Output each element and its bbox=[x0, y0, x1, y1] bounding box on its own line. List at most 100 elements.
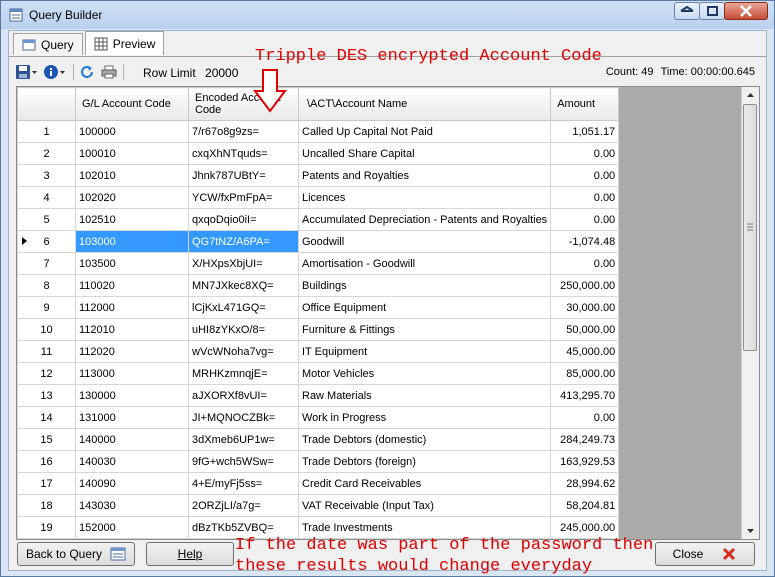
row-number[interactable]: 11 bbox=[17, 340, 76, 363]
scroll-up-button[interactable] bbox=[742, 87, 759, 104]
table-row[interactable]: 9 112000 lCjKxL471GQ= Office Equipment 30,00… bbox=[17, 296, 620, 319]
cell-amount[interactable]: 163,929.53 bbox=[550, 450, 620, 473]
row-number[interactable]: 16 bbox=[17, 450, 76, 473]
cell-encoded-account-code[interactable]: 3dXmeb6UP1w= bbox=[188, 428, 299, 451]
cell-amount[interactable]: 413,295.70 bbox=[550, 384, 620, 407]
scroll-thumb[interactable] bbox=[743, 104, 757, 351]
cell-gl-account-code[interactable]: 100010 bbox=[75, 142, 189, 165]
title-bar[interactable]: Query Builder bbox=[1, 1, 774, 29]
cell-account-name[interactable]: Trade Debtors (foreign) bbox=[297, 450, 552, 473]
tab-query[interactable]: Query bbox=[13, 33, 83, 55]
refresh-button[interactable] bbox=[79, 63, 95, 81]
cell-gl-account-code[interactable]: 130000 bbox=[75, 384, 189, 407]
row-number[interactable]: 12 bbox=[17, 362, 76, 385]
row-number[interactable]: 2 bbox=[17, 142, 76, 165]
table-row[interactable]: 11 112020 wVcWNoha7vg= IT Equipment 45,000.0… bbox=[17, 340, 620, 363]
cell-amount[interactable]: 0.00 bbox=[550, 164, 620, 187]
cell-account-name[interactable]: IT Equipment bbox=[297, 340, 552, 363]
cell-account-name[interactable]: Buildings bbox=[297, 274, 552, 297]
print-button[interactable] bbox=[101, 63, 117, 81]
cell-amount[interactable]: 58,204.81 bbox=[550, 494, 620, 517]
cell-encoded-account-code[interactable]: QG7tNZ/A6PA= bbox=[188, 230, 299, 253]
row-number[interactable]: 8 bbox=[17, 274, 76, 297]
cell-amount[interactable]: 284,249.73 bbox=[550, 428, 620, 451]
cell-encoded-account-code[interactable]: 9fG+wch5WSw= bbox=[188, 450, 299, 473]
cell-gl-account-code[interactable]: 143030 bbox=[75, 494, 189, 517]
table-row[interactable]: 7 103500 X/HXpsXbjUI= Amortisation - Goodwi… bbox=[17, 252, 620, 275]
row-number[interactable]: 13 bbox=[17, 384, 76, 407]
cell-account-name[interactable]: Trade Investments bbox=[297, 516, 552, 539]
row-number[interactable]: 19 bbox=[17, 516, 76, 539]
restore-button[interactable] bbox=[674, 2, 700, 20]
cell-account-name[interactable]: Patents and Royalties bbox=[297, 164, 552, 187]
cell-amount[interactable]: 0.00 bbox=[550, 208, 620, 231]
cell-gl-account-code[interactable]: 140030 bbox=[75, 450, 189, 473]
cell-amount[interactable]: -1,074.48 bbox=[550, 230, 620, 253]
info-button[interactable] bbox=[43, 63, 66, 81]
cell-gl-account-code[interactable]: 100000 bbox=[75, 120, 189, 143]
column-header-account-name[interactable]: \ACT\Account Name bbox=[297, 87, 552, 121]
vertical-scrollbar[interactable] bbox=[741, 87, 759, 539]
cell-account-name[interactable]: VAT Receivable (Input Tax) bbox=[297, 494, 552, 517]
table-row[interactable]: 12 113000 MRHKzmnqjE= Motor Vehicles 85,000.… bbox=[17, 362, 620, 385]
row-number[interactable]: 15 bbox=[17, 428, 76, 451]
row-number-header[interactable] bbox=[17, 87, 76, 121]
cell-encoded-account-code[interactable]: 7/r67o8g9zs= bbox=[188, 120, 299, 143]
table-row[interactable]: 2 100010 cxqXhNTquds= Uncalled Share Capita… bbox=[17, 142, 620, 165]
cell-encoded-account-code[interactable]: aJXORXf8vUI= bbox=[188, 384, 299, 407]
cell-account-name[interactable]: Uncalled Share Capital bbox=[297, 142, 552, 165]
column-header-amount[interactable]: Amount bbox=[550, 87, 620, 121]
row-number[interactable]: 9 bbox=[17, 296, 76, 319]
cell-gl-account-code[interactable]: 102020 bbox=[75, 186, 189, 209]
help-button[interactable]: Help bbox=[146, 542, 234, 566]
cell-account-name[interactable]: Goodwill bbox=[297, 230, 552, 253]
cell-gl-account-code[interactable]: 103500 bbox=[75, 252, 189, 275]
cell-gl-account-code[interactable]: 112020 bbox=[75, 340, 189, 363]
cell-encoded-account-code[interactable]: dBzTKb5ZVBQ= bbox=[188, 516, 299, 539]
cell-encoded-account-code[interactable]: uHI8zYKxO/8= bbox=[188, 318, 299, 341]
cell-gl-account-code[interactable]: 102510 bbox=[75, 208, 189, 231]
table-row[interactable]: 19 152000 dBzTKb5ZVBQ= Trade Investments 245… bbox=[17, 516, 620, 539]
cell-encoded-account-code[interactable]: X/HXpsXbjUI= bbox=[188, 252, 299, 275]
cell-gl-account-code[interactable]: 140000 bbox=[75, 428, 189, 451]
column-header-gl-account-code[interactable]: G/L Account Code bbox=[75, 87, 189, 121]
row-number[interactable]: 7 bbox=[17, 252, 76, 275]
results-grid[interactable]: G/L Account Code Encoded Account Code \A… bbox=[16, 86, 760, 540]
cell-gl-account-code[interactable]: 112000 bbox=[75, 296, 189, 319]
cell-encoded-account-code[interactable]: qxqoDqio0iI= bbox=[188, 208, 299, 231]
cell-account-name[interactable]: Office Equipment bbox=[297, 296, 552, 319]
cell-gl-account-code[interactable]: 152000 bbox=[75, 516, 189, 539]
cell-gl-account-code[interactable]: 131000 bbox=[75, 406, 189, 429]
cell-account-name[interactable]: Motor Vehicles bbox=[297, 362, 552, 385]
cell-encoded-account-code[interactable]: Jhnk787UBtY= bbox=[188, 164, 299, 187]
cell-encoded-account-code[interactable]: 4+E/myFj5ss= bbox=[188, 472, 299, 495]
row-number[interactable]: 18 bbox=[17, 494, 76, 517]
back-to-query-button[interactable]: Back to Query bbox=[17, 542, 135, 566]
table-row[interactable]: 1 100000 7/r67o8g9zs= Called Up Capital Not… bbox=[17, 120, 620, 143]
cell-account-name[interactable]: Accumulated Depreciation - Patents and R… bbox=[297, 208, 552, 231]
row-limit-value[interactable]: 20000 bbox=[205, 66, 238, 80]
cell-encoded-account-code[interactable]: YCW/fxPmFpA= bbox=[188, 186, 299, 209]
table-row[interactable]: 14 131000 JI+MQNOCZBk= Work in Progress 0.00 bbox=[17, 406, 620, 429]
cell-gl-account-code[interactable]: 102010 bbox=[75, 164, 189, 187]
table-row[interactable]: 17 140090 4+E/myFj5ss= Credit Card Receivab… bbox=[17, 472, 620, 495]
cell-amount[interactable]: 0.00 bbox=[550, 252, 620, 275]
cell-amount[interactable]: 0.00 bbox=[550, 406, 620, 429]
cell-amount[interactable]: 250,000.00 bbox=[550, 274, 620, 297]
table-row[interactable]: 10 112010 uHI8zYKxO/8= Furniture & Fittings… bbox=[17, 318, 620, 341]
maximize-button[interactable] bbox=[699, 2, 725, 20]
cell-account-name[interactable]: Called Up Capital Not Paid bbox=[297, 120, 552, 143]
cell-encoded-account-code[interactable]: 2ORZjLI/a7g= bbox=[188, 494, 299, 517]
row-number[interactable]: 10 bbox=[17, 318, 76, 341]
table-row[interactable]: 13 130000 aJXORXf8vUI= Raw Materials 413,295… bbox=[17, 384, 620, 407]
cell-amount[interactable]: 45,000.00 bbox=[550, 340, 620, 363]
cell-amount[interactable]: 85,000.00 bbox=[550, 362, 620, 385]
table-row[interactable]: 15 140000 3dXmeb6UP1w= Trade Debtors (domes… bbox=[17, 428, 620, 451]
scroll-down-button[interactable] bbox=[742, 522, 759, 539]
cell-account-name[interactable]: Trade Debtors (domestic) bbox=[297, 428, 552, 451]
table-row[interactable]: 5 102510 qxqoDqio0iI= Accumulated Depreciat… bbox=[17, 208, 620, 231]
cell-gl-account-code[interactable]: 110020 bbox=[75, 274, 189, 297]
cell-encoded-account-code[interactable]: lCjKxL471GQ= bbox=[188, 296, 299, 319]
save-button[interactable] bbox=[15, 63, 38, 81]
cell-account-name[interactable]: Raw Materials bbox=[297, 384, 552, 407]
